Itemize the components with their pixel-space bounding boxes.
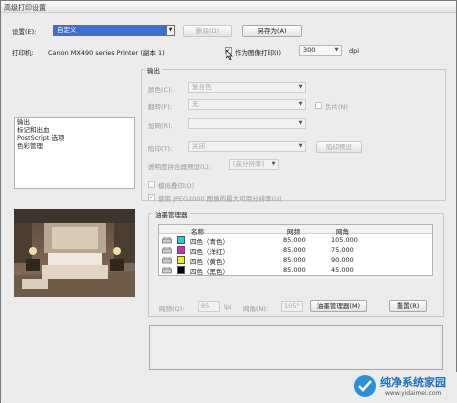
screening-label: 加网(R):	[148, 122, 173, 130]
trapping-value: 关闭	[192, 142, 205, 150]
trap-presets-button[interactable]: 陷印预设	[316, 141, 362, 153]
description-box	[149, 325, 443, 370]
table-row[interactable]: 四色（洋红） 85.000 75.000	[159, 246, 432, 256]
ink-name: 四色（黄色）	[190, 258, 229, 266]
table-row[interactable]: 四色（青色） 85.000 105.000	[159, 236, 432, 246]
negative-label: 负片(N)	[325, 103, 348, 111]
preview-image	[14, 209, 135, 297]
color-swatch	[177, 256, 185, 264]
screening-dropdown[interactable]: ▼	[188, 118, 306, 129]
transparency-label: 透明度拼合器预设(L):	[148, 163, 211, 171]
advanced-print-settings-dialog: 高级打印设置 设置(E): 自定义 ▼ 删除(D) 另存为(A) 打印机: Ca…	[0, 0, 457, 403]
simulate-overprint-label: 模拟叠印(O)	[158, 182, 195, 190]
mouse-cursor-icon	[226, 50, 233, 60]
column-header-name: 名称	[191, 228, 204, 236]
chevron-down-icon: ▼	[298, 120, 303, 126]
dpi-value: 300	[303, 46, 316, 54]
frequency-input[interactable]: 85	[198, 301, 220, 312]
trapping-dropdown[interactable]: 关闭 ▼	[188, 141, 306, 152]
angle-label: 网角(N):	[243, 305, 269, 313]
column-header-angle: 网角	[336, 228, 349, 236]
sidebar-item-output[interactable]: 输出	[15, 118, 134, 126]
table-row[interactable]: 四色（黄色） 85.000 90.000	[159, 256, 432, 266]
ink-table[interactable]: 名称 网频 网角 四色（青色） 85.000 105.000 四色（洋红） 85…	[158, 224, 433, 276]
trapping-label: 陷印(T):	[148, 145, 173, 153]
sidebar-item-color-management[interactable]: 色彩管理	[15, 142, 134, 150]
color-dropdown[interactable]: 复合色 ▼	[188, 82, 306, 93]
ink-table-header: 名称 网频 网角	[159, 225, 432, 236]
flip-value: 无	[192, 100, 199, 108]
output-group-title: 输出	[145, 65, 162, 75]
settings-value: 自定义	[57, 26, 77, 34]
ink-frequency: 85.000	[283, 246, 306, 254]
ink-manager-button[interactable]: 油墨管理器(M)	[310, 300, 367, 312]
print-as-image-label: 作为图像打印(I)	[235, 49, 281, 57]
jpeg2000-label: 使用 JPEG2000 图像的最大可用分辨率(U)	[158, 195, 282, 203]
color-value: 复合色	[192, 83, 212, 91]
chevron-down-icon: ▼	[271, 161, 276, 167]
color-label: 颜色(C):	[148, 86, 173, 94]
watermark-logo-icon	[354, 375, 376, 397]
dpi-unit: dpi	[349, 47, 360, 55]
reset-button[interactable]: 重置(R)	[389, 300, 427, 312]
ink-name: 四色（洋红）	[190, 248, 229, 256]
ink-angle: 75.000	[331, 246, 354, 254]
watermark-url: www.yidaimei.com	[385, 390, 442, 397]
ink-name: 四色（黑色）	[190, 268, 229, 276]
column-header-frequency: 网频	[287, 228, 300, 236]
ink-angle: 45.000	[331, 266, 354, 274]
frequency-label: 网频(Q):	[159, 305, 185, 313]
settings-label: 设置(E):	[12, 28, 37, 36]
color-swatch	[177, 266, 185, 274]
printer-label: 打印机:	[12, 49, 34, 57]
printer-name: Canon MX490 series Printer (副本 1)	[48, 49, 165, 57]
simulate-overprint-checkbox[interactable]	[148, 181, 155, 188]
category-list[interactable]: 输出 标记和出血 PostScript 选项 色彩管理	[14, 117, 135, 189]
chevron-down-icon: ▼	[166, 25, 175, 36]
ink-frequency: 85.000	[283, 256, 306, 264]
transparency-value: [高分辨率]	[233, 160, 265, 168]
ink-frequency: 85.000	[283, 236, 306, 244]
ink-angle: 90.000	[331, 256, 354, 264]
watermark-brand: 纯净系统家园	[380, 376, 446, 389]
printer-icon	[162, 237, 172, 244]
settings-dropdown[interactable]: 自定义 ▼	[53, 25, 175, 36]
chevron-down-icon: ▼	[334, 47, 339, 53]
transparency-dropdown[interactable]: [高分辨率] ▼	[229, 159, 279, 170]
color-swatch	[177, 236, 185, 244]
ink-frequency: 85.000	[283, 266, 306, 274]
jpeg2000-checkbox[interactable]: ✓	[148, 194, 155, 201]
dpi-dropdown[interactable]: 300 ▼	[299, 45, 342, 56]
frequency-unit: lpi	[224, 303, 232, 311]
flip-label: 翻转(F):	[148, 103, 173, 111]
table-row[interactable]: 四色（黑色） 85.000 45.000	[159, 266, 432, 276]
flip-dropdown[interactable]: 无 ▼	[188, 99, 306, 110]
chevron-down-icon: ▼	[298, 143, 303, 149]
chevron-down-icon: ▼	[298, 101, 303, 107]
ink-name: 四色（青色）	[190, 238, 229, 246]
color-swatch	[177, 246, 185, 254]
printer-icon	[162, 247, 172, 254]
ink-angle: 105.000	[331, 236, 358, 244]
printer-icon	[162, 267, 172, 274]
window-title: 高级打印设置	[4, 4, 46, 12]
delete-button[interactable]: 删除(D)	[183, 25, 232, 37]
save-as-button[interactable]: 另存为(A)	[242, 25, 302, 37]
sidebar-item-marks-bleed[interactable]: 标记和出血	[15, 126, 134, 134]
printer-icon	[162, 257, 172, 264]
sidebar-item-postscript[interactable]: PostScript 选项	[15, 134, 134, 142]
negative-checkbox[interactable]	[315, 102, 322, 109]
ink-manager-group-title: 油墨管理器	[153, 209, 190, 219]
angle-input[interactable]: 105°	[281, 301, 303, 312]
title-bar: 高级打印设置	[1, 1, 456, 13]
chevron-down-icon: ▼	[298, 84, 303, 90]
